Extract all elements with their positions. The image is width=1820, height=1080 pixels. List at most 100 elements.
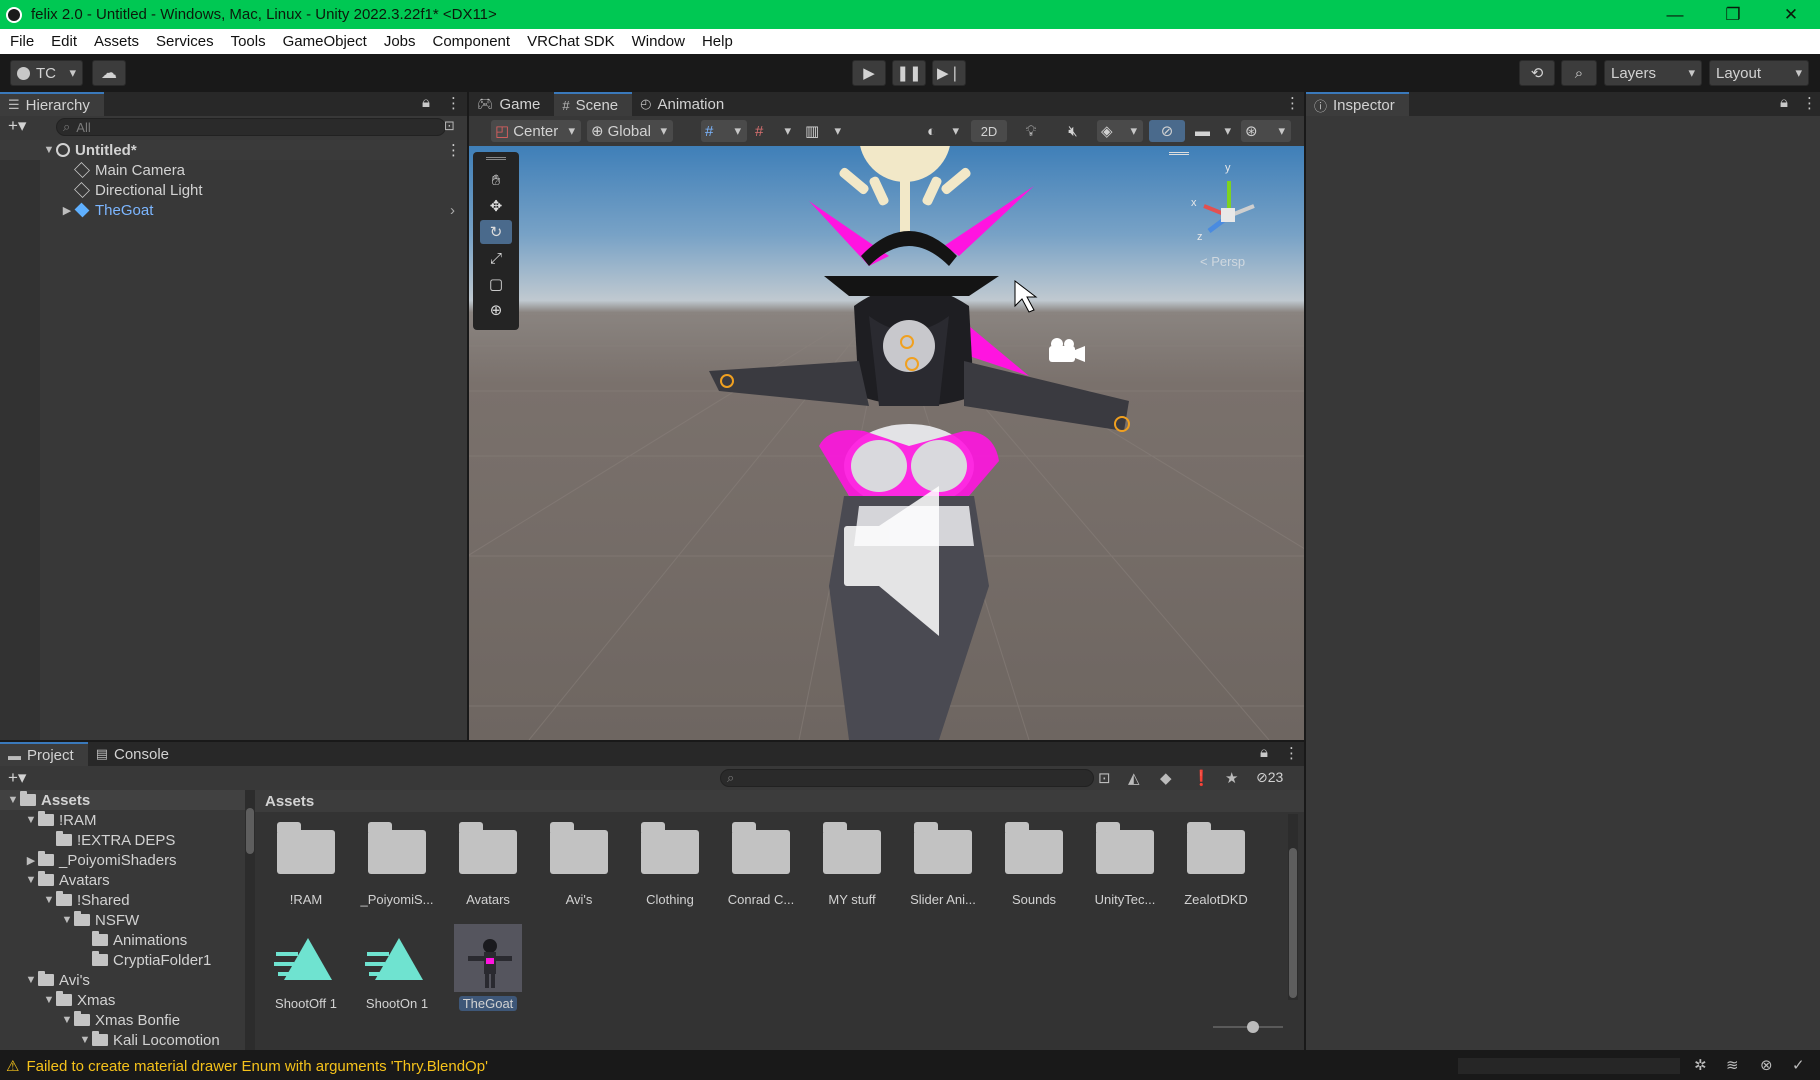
menu-gameobject[interactable]: GameObject (283, 33, 367, 50)
filter-by-type-icon[interactable]: ◭ (1128, 769, 1140, 787)
menu-help[interactable]: Help (702, 33, 733, 50)
scene-menu-icon[interactable]: ⋮ (446, 141, 461, 159)
collapse-arrow-icon[interactable]: ▼ (6, 794, 20, 806)
asset-folder[interactable]: Slider Ani... (898, 820, 988, 907)
play-button[interactable]: ▶ (852, 60, 886, 86)
collapse-arrow-icon[interactable]: ▼ (42, 894, 56, 906)
collapse-arrow-icon[interactable]: ▼ (78, 1034, 92, 1046)
inspector-lock-icon[interactable]: 🔒︎ (1780, 94, 1788, 111)
audio-toggle[interactable]: 🔇︎ (1055, 120, 1091, 142)
scale-tool-button[interactable]: ⤢ (480, 246, 512, 270)
rect-tool-button[interactable]: ▢ (480, 272, 512, 296)
pivot-dropdown[interactable]: ◰ Center (491, 120, 581, 142)
menu-file[interactable]: File (10, 33, 34, 50)
move-tool-button[interactable]: ✥ (480, 194, 512, 218)
tab-animation[interactable]: ◴ Animation (632, 92, 739, 116)
project-tree-item[interactable]: ▼ Avi's (0, 970, 245, 990)
undo-history-button[interactable]: ⟲ (1519, 60, 1555, 86)
space-dropdown[interactable]: ⊕ Global (587, 120, 673, 142)
collapse-arrow-icon[interactable]: ▼ (24, 874, 38, 886)
icon-size-slider[interactable] (1213, 1021, 1283, 1033)
asset-folder[interactable]: UnityTec... (1080, 820, 1170, 907)
bake-icon[interactable]: ⊗ (1760, 1056, 1773, 1074)
asset-folder[interactable]: Conrad C... (716, 820, 806, 907)
minimize-button[interactable]: — (1646, 0, 1704, 29)
grid-visibility-dropdown[interactable]: # (751, 120, 797, 142)
persp-label[interactable]: < Persp (1200, 254, 1245, 269)
project-search-input[interactable]: ⌕ (720, 769, 1094, 787)
search-button[interactable]: ⌕ (1561, 60, 1597, 86)
project-tree-item[interactable]: ▼ !RAM (0, 810, 245, 830)
tab-scene[interactable]: # Scene (554, 92, 633, 116)
project-tree-item[interactable]: CryptiaFolder1 (0, 950, 245, 970)
tab-inspector[interactable]: ⓘ Inspector (1306, 92, 1409, 116)
asset-grid-scrollbar[interactable] (1288, 814, 1298, 1000)
project-tree-item[interactable]: ▼ NSFW (0, 910, 245, 930)
collapse-arrow-icon[interactable]: ▼ (60, 914, 74, 926)
favorite-star-icon[interactable]: ★ (1225, 769, 1238, 787)
asset-folder[interactable]: !RAM (261, 820, 351, 907)
project-create-button[interactable]: +▾ (8, 768, 26, 788)
step-button[interactable]: ▶❘ (932, 60, 966, 86)
camera-settings-dropdown[interactable]: ▬ (1191, 120, 1237, 142)
project-breadcrumb[interactable]: Assets (255, 790, 1304, 812)
layers-dropdown[interactable]: Layers (1604, 60, 1702, 86)
scene-row[interactable]: ▼ Untitled* ⋮ (0, 140, 467, 160)
menu-tools[interactable]: Tools (231, 33, 266, 50)
tab-console[interactable]: ▤ Console (87, 742, 184, 766)
collapse-arrow-icon[interactable]: ▼ (24, 974, 38, 986)
asset-folder[interactable]: Sounds (989, 820, 1079, 907)
scene-visibility-toggle[interactable]: ⊘ (1149, 120, 1185, 142)
transform-tool-button[interactable]: ⊕ (480, 298, 512, 322)
search-options-icon[interactable]: ⊡ (444, 118, 455, 134)
lock-icon[interactable]: 🔒︎ (422, 94, 430, 111)
pause-button[interactable]: ❚❚ (892, 60, 926, 86)
asset-animation-clip[interactable]: ShootOn 1 (352, 926, 442, 1011)
project-tree-item[interactable]: ▼ Avatars (0, 870, 245, 890)
project-tree-item[interactable]: ▼ !Shared (0, 890, 245, 910)
asset-folder[interactable]: Avatars (443, 820, 533, 907)
check-icon[interactable]: ✓ (1792, 1056, 1805, 1074)
cloud-button[interactable]: ☁ (92, 60, 126, 86)
tab-project[interactable]: ▬ Project (0, 742, 88, 766)
project-tree-item[interactable]: Animations (0, 930, 245, 950)
debug-icon[interactable]: ✲ (1694, 1056, 1707, 1074)
tab-hierarchy[interactable]: ☰ Hierarchy (0, 92, 104, 116)
hidden-packages-toggle[interactable]: ⊘23 (1256, 769, 1283, 786)
layout-dropdown[interactable]: Layout (1709, 60, 1809, 86)
project-tree-item[interactable]: !EXTRA DEPS (0, 830, 245, 850)
expand-arrow-icon[interactable]: ▶ (60, 204, 74, 217)
asset-animation-clip[interactable]: ShootOff 1 (261, 926, 351, 1011)
kebab-menu-icon[interactable]: ⋮ (446, 94, 461, 112)
account-dropdown[interactable]: TC (10, 60, 83, 86)
effects-dropdown[interactable]: ◈ (1097, 120, 1143, 142)
asset-folder[interactable]: MY stuff (807, 820, 897, 907)
overlay-handle-icon[interactable] (1169, 152, 1189, 155)
collapse-arrow-icon[interactable]: ▼ (42, 994, 56, 1006)
filter-by-log-icon[interactable]: ❗ (1192, 769, 1211, 787)
increment-snap-dropdown[interactable]: ▥ (801, 120, 847, 142)
collapse-arrow-icon[interactable]: ▼ (24, 814, 38, 826)
project-tree-item[interactable]: ▼ Assets (0, 790, 245, 810)
lighting-toggle[interactable]: 💡︎ (1013, 120, 1049, 142)
asset-folder[interactable]: Clothing (625, 820, 715, 907)
hierarchy-item-thegoat[interactable]: ▶ TheGoat › (0, 200, 467, 220)
scene-viewport[interactable]: y x z < Persp ✋︎ ✥ ↻ ⤢ ▢ ⊕ (469, 146, 1304, 740)
project-tree-item[interactable]: ▼ Kali Locomotion (0, 1030, 245, 1050)
project-tree-item[interactable]: ▶ _PoiyomiShaders (0, 850, 245, 870)
collapse-arrow-icon[interactable]: ▼ (42, 144, 56, 156)
menu-edit[interactable]: Edit (51, 33, 77, 50)
menu-jobs[interactable]: Jobs (384, 33, 416, 50)
hierarchy-search-input[interactable]: ⌕ All (56, 118, 446, 136)
search-window-icon[interactable]: ⊡ (1098, 769, 1111, 787)
shading-mode-dropdown[interactable]: ◐ (923, 120, 965, 142)
menu-vrchat-sdk[interactable]: VRChat SDK (527, 33, 615, 50)
scene-kebab-menu-icon[interactable]: ⋮ (1285, 94, 1300, 112)
restore-button[interactable]: ❐ (1704, 0, 1762, 29)
menu-services[interactable]: Services (156, 33, 214, 50)
create-button[interactable]: +▾ (8, 116, 26, 136)
gizmos-dropdown[interactable]: ⊛ (1241, 120, 1291, 142)
asset-prefab[interactable]: TheGoat (443, 924, 533, 1015)
inspector-kebab-menu-icon[interactable]: ⋮ (1802, 94, 1817, 112)
menu-assets[interactable]: Assets (94, 33, 139, 50)
